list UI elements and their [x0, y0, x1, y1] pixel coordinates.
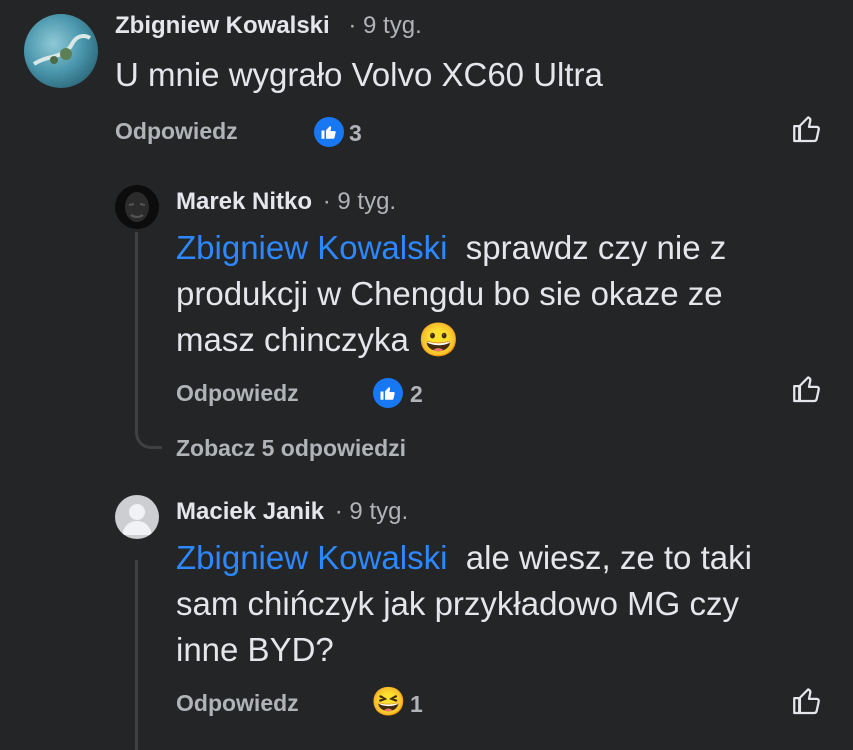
- like-icon[interactable]: [373, 378, 403, 408]
- reaction-count[interactable]: 1: [410, 691, 423, 718]
- like-icon[interactable]: [314, 117, 344, 147]
- haha-icon[interactable]: 😆: [371, 686, 406, 718]
- reply-text-line: masz chinczyka: [176, 321, 409, 358]
- reply-button[interactable]: Odpowiedz: [176, 690, 299, 717]
- reply-text-line: ale wiesz, ze to taki: [465, 539, 752, 576]
- avatar[interactable]: [115, 185, 159, 229]
- thread-curve: [135, 414, 162, 449]
- thread-line-main: [135, 232, 138, 417]
- author-name[interactable]: Marek Nitko: [176, 188, 312, 215]
- reaction-count[interactable]: 3: [349, 120, 362, 147]
- timestamp[interactable]: · 9 tyg.: [348, 12, 421, 39]
- reaction-count[interactable]: 2: [410, 381, 423, 408]
- like-button-icon[interactable]: [790, 112, 824, 146]
- avatar[interactable]: [115, 495, 159, 539]
- mask-avatar-icon: [125, 192, 149, 222]
- reply-text-line: produkcji w Chengdu bo sie okaze ze: [176, 275, 723, 312]
- reply-text: Zbigniew Kowalski sprawdz czy nie z prod…: [176, 225, 726, 363]
- timestamp[interactable]: · 9 tyg.: [335, 498, 408, 525]
- reply-text-line: sam chińczyk jak przykładowo MG czy: [176, 585, 739, 622]
- default-user-icon: [122, 504, 152, 535]
- reply-header: Marek Nitko · 9 tyg.: [176, 188, 396, 216]
- mention-link[interactable]: Zbigniew Kowalski: [176, 229, 447, 266]
- reply-text: Zbigniew Kowalski ale wiesz, ze to taki …: [176, 535, 752, 673]
- like-button-icon[interactable]: [790, 684, 824, 718]
- comment-text: U mnie wygrało Volvo XC60 Ultra: [115, 56, 603, 93]
- thread-line-second: [135, 560, 138, 750]
- reply-header: Maciek Janik · 9 tyg.: [176, 498, 408, 526]
- reply-button[interactable]: Odpowiedz: [115, 118, 238, 145]
- author-name[interactable]: Maciek Janik: [176, 498, 324, 525]
- author-name[interactable]: Zbigniew Kowalski: [115, 12, 330, 39]
- like-button-icon[interactable]: [790, 372, 824, 406]
- avatar[interactable]: [24, 14, 98, 88]
- island-photo-icon: [32, 34, 92, 66]
- mention-link[interactable]: Zbigniew Kowalski: [176, 539, 447, 576]
- view-more-replies[interactable]: Zobacz 5 odpowiedzi: [176, 435, 406, 462]
- grinning-emoji-icon: 😀: [418, 321, 460, 358]
- comment-header: Zbigniew Kowalski · 9 tyg.: [115, 12, 422, 40]
- reply-button[interactable]: Odpowiedz: [176, 380, 299, 407]
- reply-text-line: sprawdz czy nie z: [465, 229, 727, 266]
- reply-text-line: inne BYD?: [176, 631, 334, 668]
- timestamp[interactable]: · 9 tyg.: [323, 188, 396, 215]
